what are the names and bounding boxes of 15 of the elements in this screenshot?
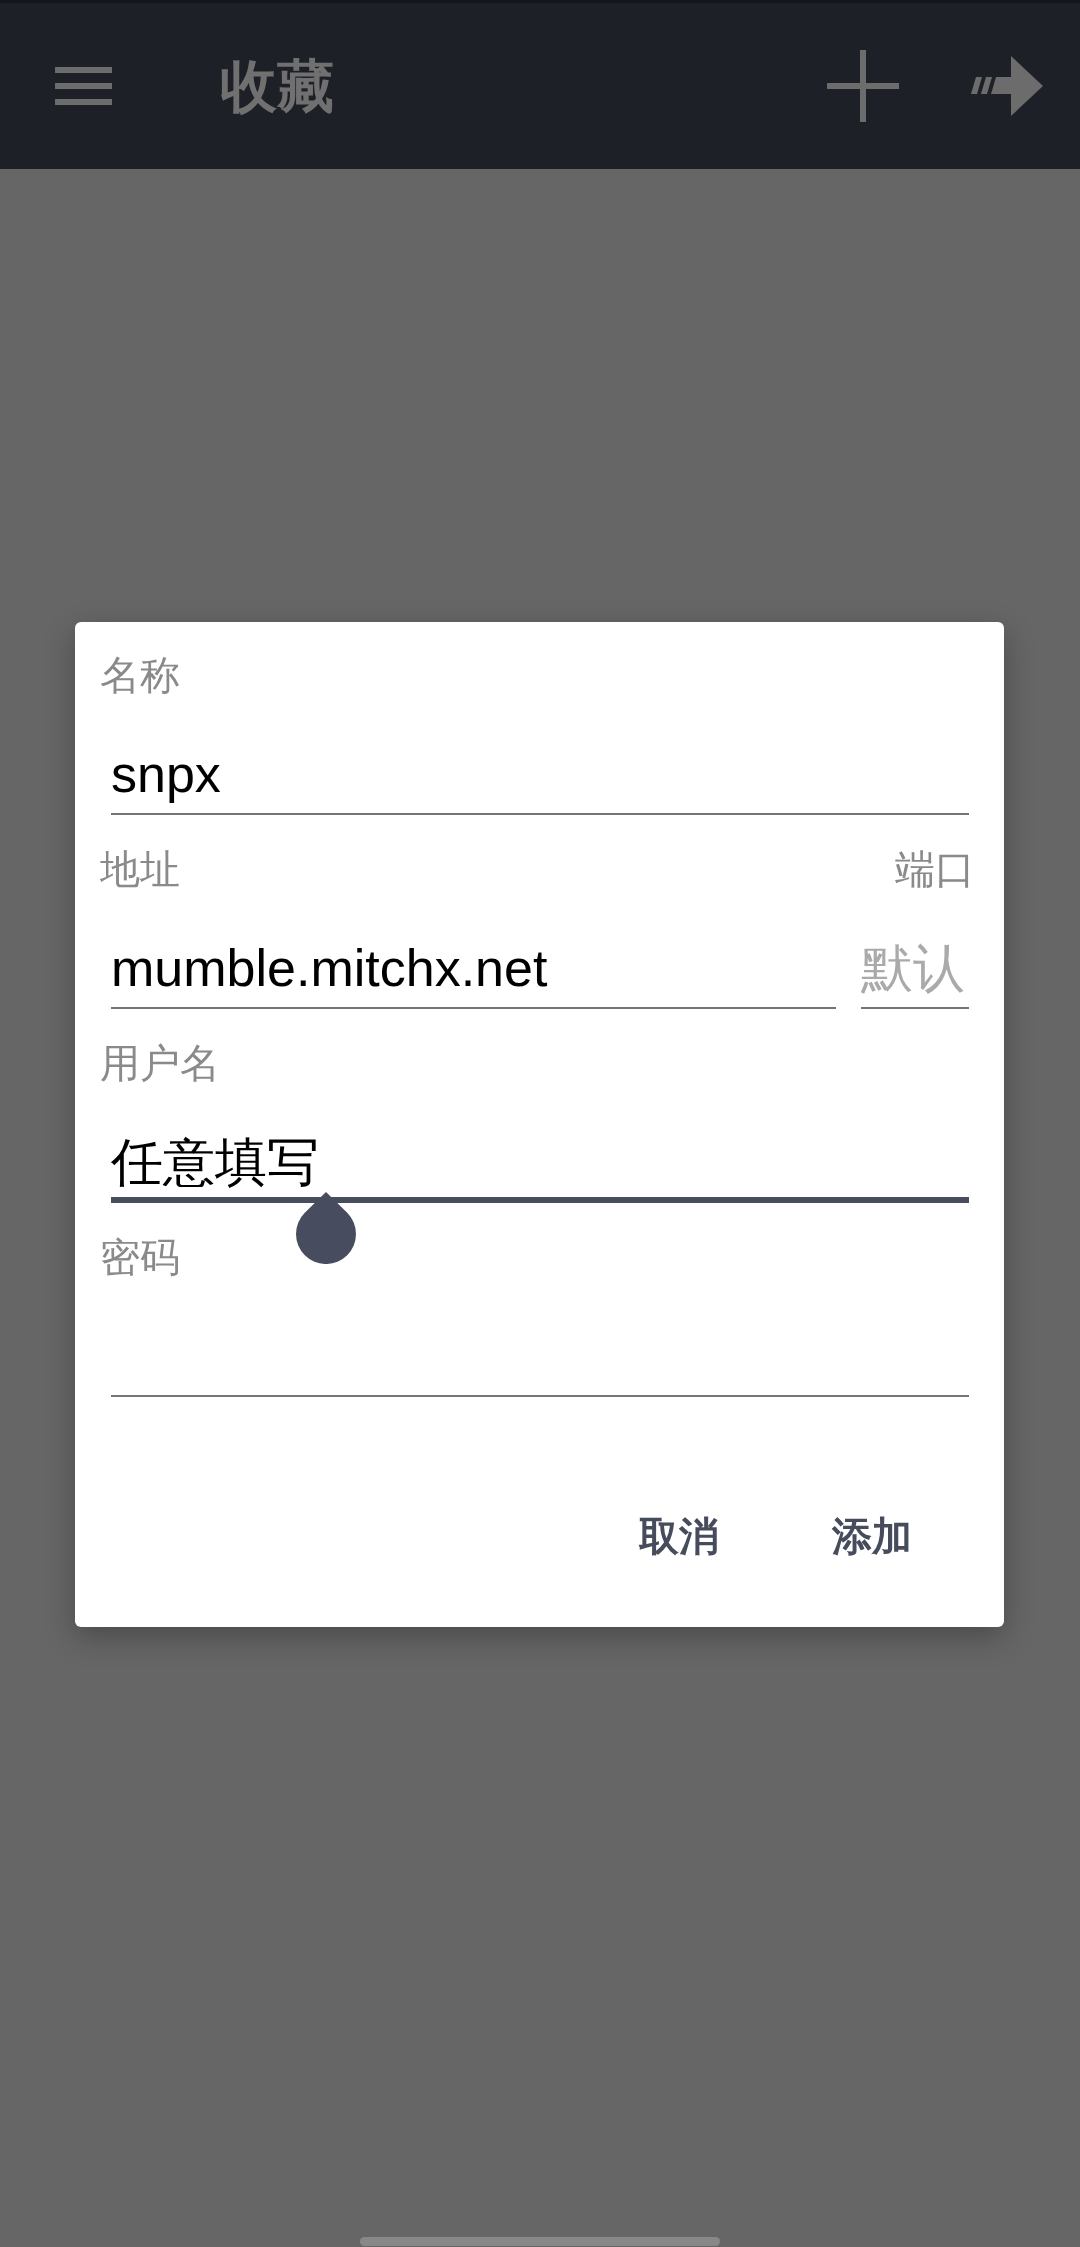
menu-icon[interactable] (55, 67, 112, 105)
plus-icon[interactable] (827, 50, 899, 122)
field-label: 用户名 (100, 1040, 220, 1087)
field-label: 端口 (895, 846, 975, 893)
dialog-button[interactable]: 取消 (615, 1488, 743, 1584)
arrow-icon[interactable] (971, 56, 1043, 116)
input-field[interactable]: snpx (111, 715, 969, 815)
field-label: 地址 (100, 846, 180, 893)
dialog-button[interactable]: 添加 (808, 1488, 936, 1584)
field-label: 密码 (100, 1234, 180, 1281)
toolbar-title: 收藏 (220, 53, 334, 120)
input-field[interactable]: 任意填写 (111, 1103, 969, 1203)
input-field[interactable]: mumble.mitchx.net (111, 909, 836, 1009)
field-label: 名称 (100, 652, 180, 699)
cursor-handle-icon[interactable] (296, 1192, 356, 1264)
